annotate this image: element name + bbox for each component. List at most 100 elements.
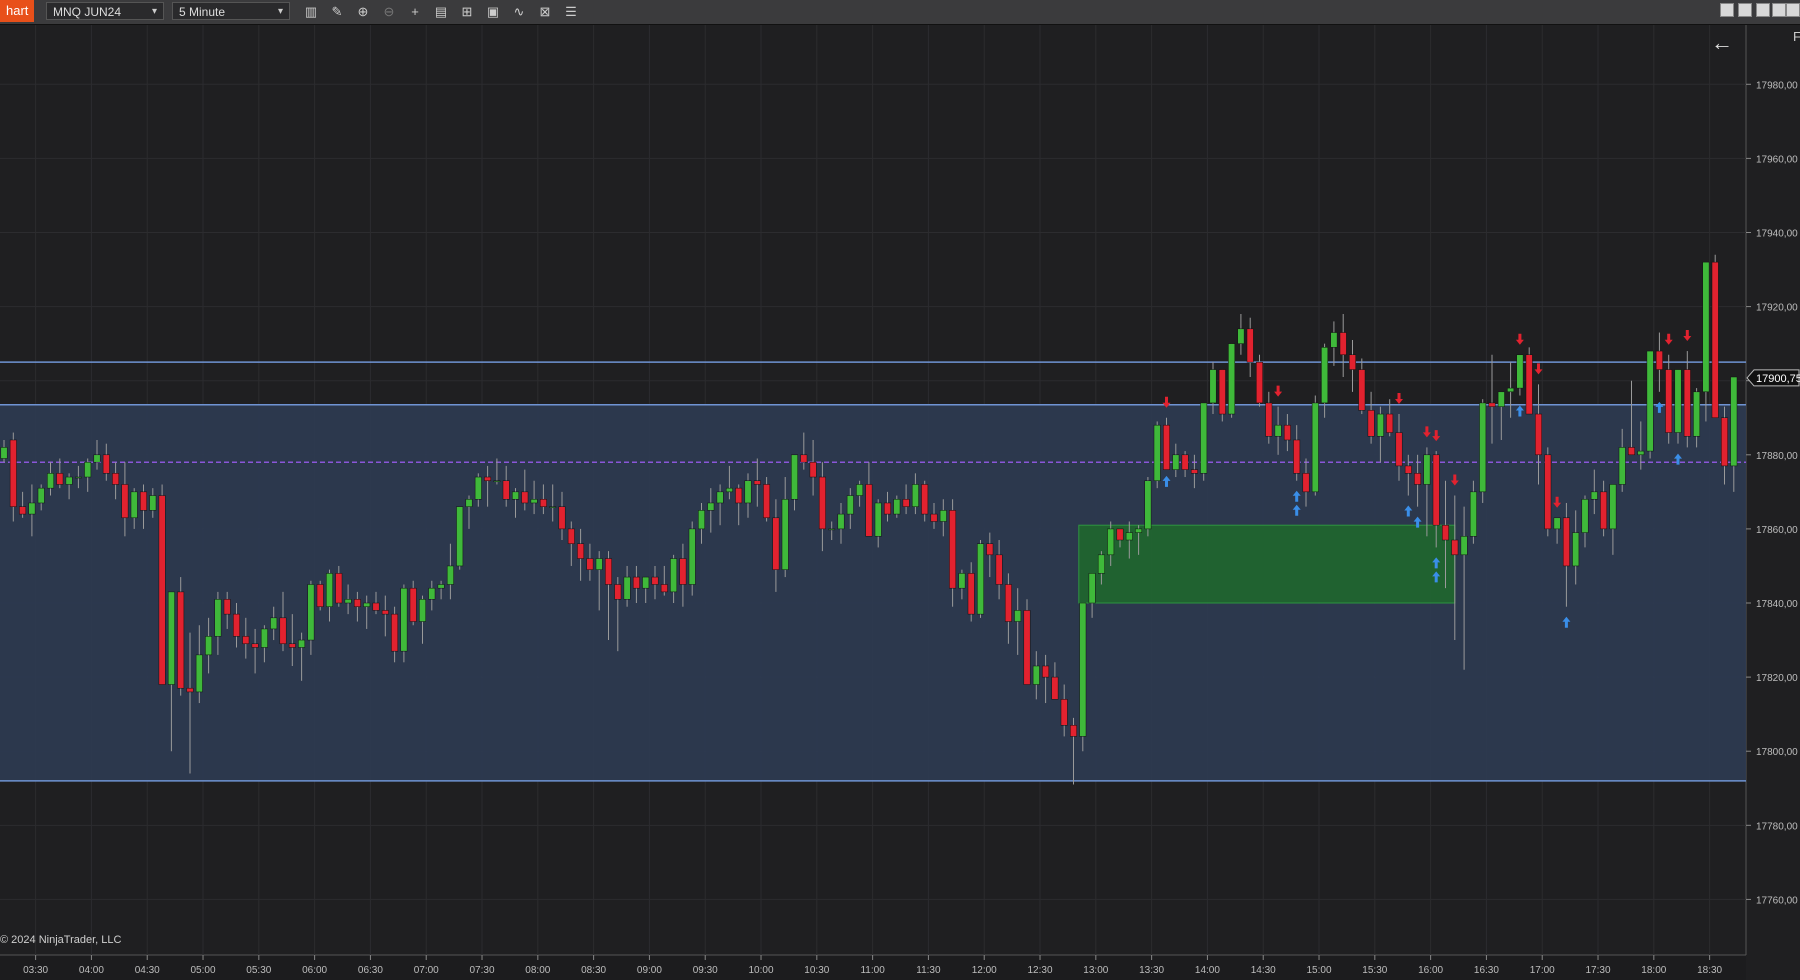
candle-up (1125, 532, 1133, 541)
restore-icon[interactable] (1772, 3, 1786, 17)
candle-up (837, 513, 845, 530)
y-tick-label: 17800,00 (1756, 747, 1798, 758)
candle-up (1497, 391, 1505, 407)
back-arrow-icon[interactable]: ← (1711, 30, 1733, 55)
candle-up (856, 484, 864, 496)
price-chart[interactable]: 17980,0017960,0017940,0017920,0017900,00… (0, 25, 1800, 980)
strategies-icon[interactable]: ▣ (484, 3, 502, 21)
x-tick-label: 07:00 (414, 965, 439, 976)
candle-up (1618, 447, 1626, 485)
bars-icon[interactable]: ▥ (302, 3, 320, 21)
candle-up (846, 495, 854, 515)
candle-down (1256, 361, 1263, 404)
x-tick-label: 11:30 (916, 965, 941, 976)
y-tick-label: 17820,00 (1756, 673, 1798, 684)
x-tick-label: 13:30 (1139, 965, 1164, 976)
x-tick-label: 16:00 (1418, 965, 1443, 976)
candle-down (949, 510, 957, 589)
candle-up (363, 602, 371, 607)
zoom-in-icon[interactable]: ⊕ (354, 3, 372, 21)
zoom-out-icon[interactable]: ⊖ (380, 3, 398, 21)
candle-up (28, 502, 36, 515)
candle-up (465, 499, 473, 507)
tile-window-icon[interactable] (1720, 3, 1734, 17)
candle-up (958, 573, 966, 589)
candle-up (47, 473, 54, 489)
pencil-icon[interactable]: ✎ (328, 3, 346, 21)
candle-down (567, 528, 575, 544)
candle-up (1079, 602, 1087, 737)
candle-up (1572, 532, 1580, 567)
candle-down (502, 480, 510, 500)
candle-down (1023, 610, 1031, 685)
candle-up (716, 491, 724, 504)
x-tick-label: 08:30 (581, 965, 606, 976)
demand-zone (1078, 524, 1456, 604)
y-tick-label: 17980,00 (1756, 80, 1798, 91)
candle-up (1107, 528, 1115, 556)
close-icon[interactable] (1786, 3, 1800, 17)
candle-up (1507, 387, 1515, 393)
candle-down (586, 558, 594, 570)
candle-up (1460, 536, 1468, 556)
candle-down (288, 643, 296, 648)
candle-up (1609, 484, 1617, 530)
alerts-icon[interactable]: ⊠ (536, 3, 554, 21)
instrument-selector[interactable]: MNQ JUN24 ▾ (46, 2, 164, 20)
candle-up (1553, 517, 1561, 530)
minimize-icon[interactable] (1756, 3, 1770, 17)
list-icon[interactable]: ☰ (562, 3, 580, 21)
instrument-value: MNQ JUN24 (53, 5, 122, 19)
candle-down (1628, 447, 1635, 456)
candle-down (1339, 332, 1347, 356)
candle-up (1479, 402, 1487, 493)
x-tick-label: 13:00 (1083, 965, 1108, 976)
candle-up (37, 487, 45, 504)
candle-up (977, 543, 984, 615)
candle-down (753, 480, 761, 485)
properties-icon[interactable]: ▤ (432, 3, 450, 21)
candle-up (400, 587, 408, 652)
candle-up (698, 510, 705, 530)
candle-up (326, 573, 333, 607)
candle-up (419, 599, 426, 622)
candle-down (1181, 454, 1189, 470)
candle-up (84, 461, 92, 478)
interval-selector[interactable]: 5 Minute ▾ (172, 2, 290, 20)
x-tick-label: 09:00 (637, 965, 662, 976)
x-tick-label: 03:30 (23, 965, 48, 976)
candle-up (1135, 528, 1143, 533)
indicators-icon[interactable]: ∿ (510, 3, 528, 21)
candle-up (874, 502, 882, 537)
candle-down (605, 558, 612, 585)
candle-down (1349, 354, 1356, 370)
x-tick-label: 17:30 (1586, 965, 1611, 976)
crosshair-icon[interactable]: + (406, 3, 424, 21)
candle-up (1144, 480, 1152, 530)
candle-up (781, 499, 789, 570)
candle-down (818, 476, 826, 530)
candle-up (74, 476, 82, 479)
x-tick-label: 06:00 (302, 965, 327, 976)
candle-down (1442, 524, 1449, 541)
candle-up (307, 584, 315, 641)
candle-down (614, 584, 622, 600)
candle-up (130, 491, 138, 519)
x-tick-label: 14:00 (1195, 965, 1220, 976)
candle-down (1683, 369, 1691, 437)
chart-tab[interactable]: hart (0, 0, 35, 22)
candle-down (1600, 491, 1608, 530)
candle-up (298, 639, 306, 648)
x-tick-label: 04:30 (135, 965, 160, 976)
tile-window-icon-2[interactable] (1738, 3, 1752, 17)
candle-down (902, 499, 910, 507)
candle-down (186, 687, 194, 693)
candle-up (642, 576, 650, 589)
candle-up (437, 584, 445, 589)
candle-up (493, 480, 501, 482)
candle-down (409, 587, 417, 622)
candle-down (1432, 454, 1440, 526)
candle-up (149, 495, 157, 511)
x-tick-label: 12:00 (972, 965, 997, 976)
data-box-icon[interactable]: ⊞ (458, 3, 476, 21)
